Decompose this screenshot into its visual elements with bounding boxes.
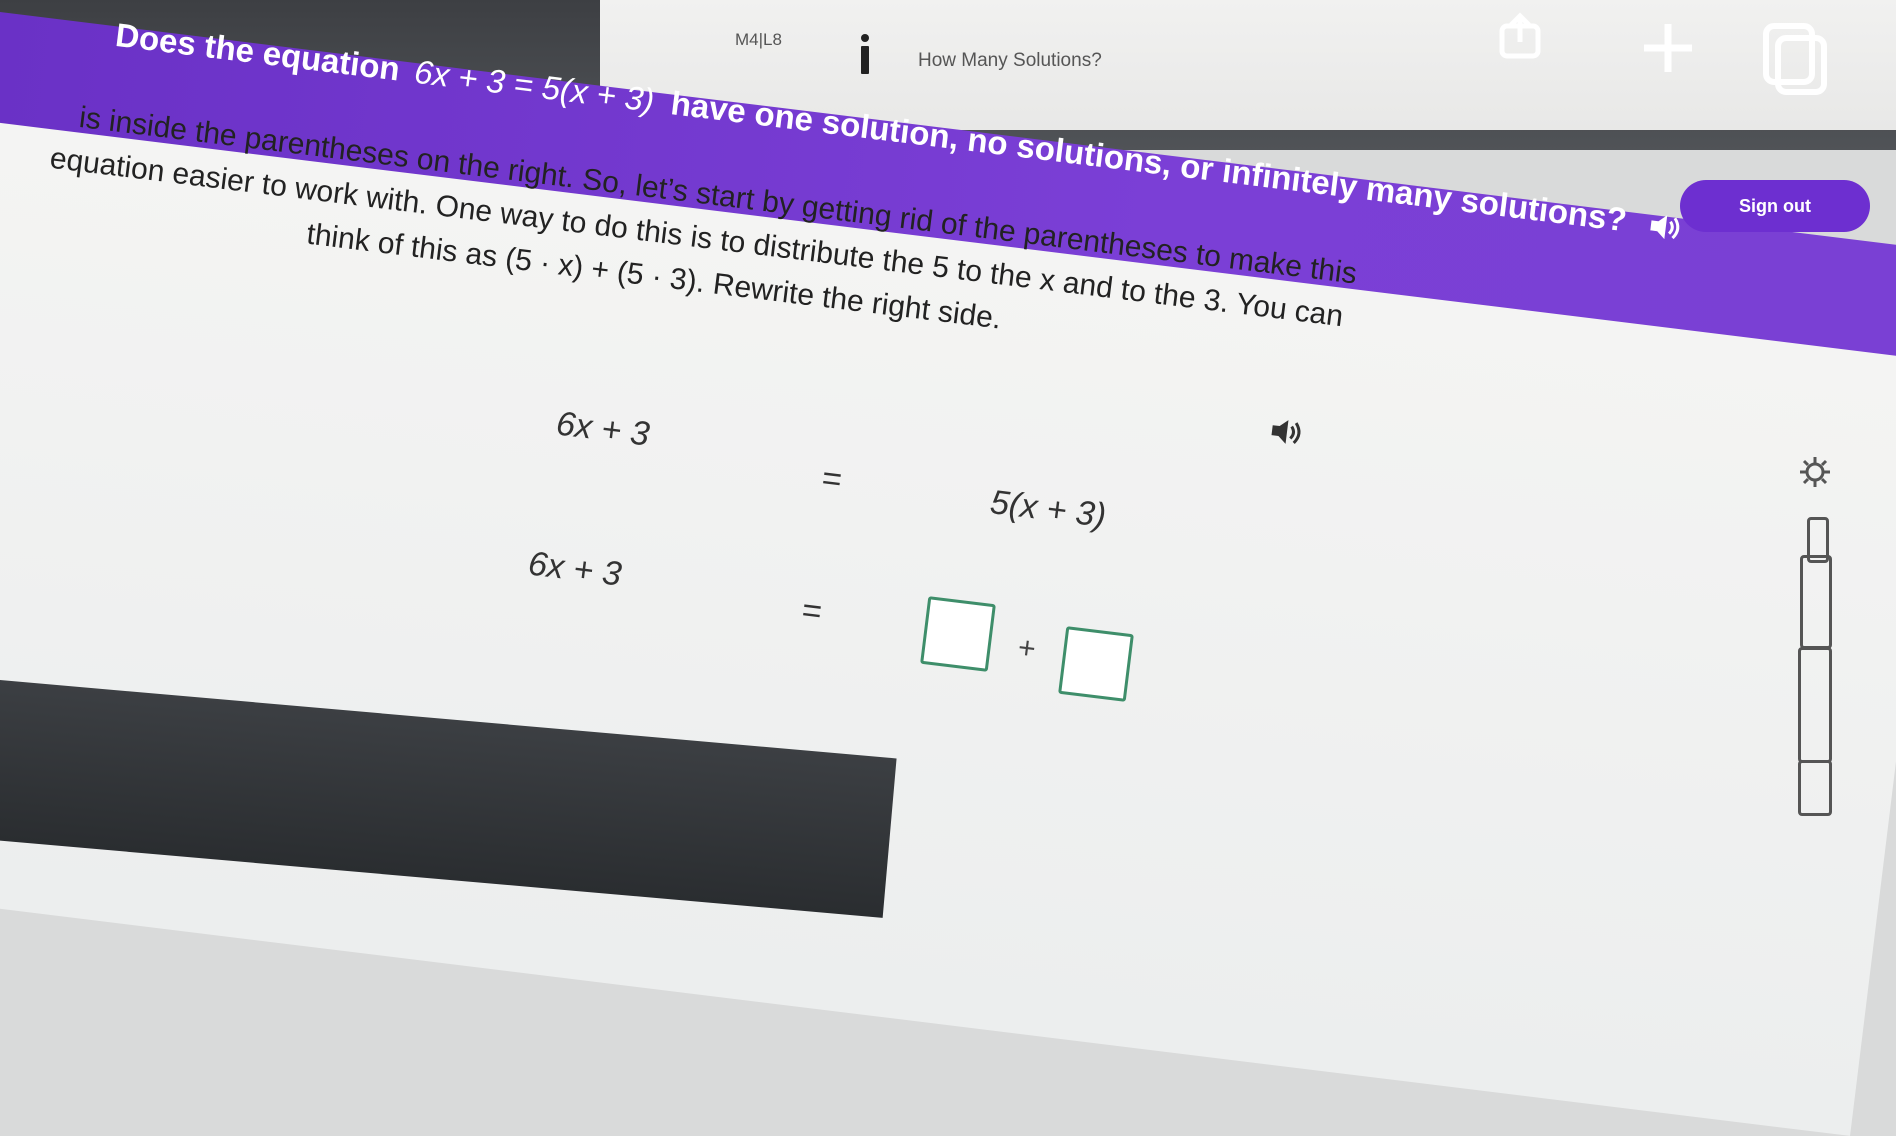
share-icon[interactable] bbox=[1496, 12, 1544, 60]
window-icon[interactable] bbox=[1762, 22, 1828, 96]
info-icon[interactable] bbox=[860, 34, 870, 74]
gear-icon[interactable] bbox=[1798, 455, 1832, 489]
tool-slot[interactable] bbox=[1798, 647, 1832, 763]
lesson-code: M4|L8 bbox=[735, 30, 782, 49]
tool-slot[interactable] bbox=[1800, 555, 1832, 649]
sign-out-button[interactable]: Sign out bbox=[1680, 180, 1870, 232]
answer-input-box[interactable] bbox=[1058, 626, 1134, 702]
speaker-icon[interactable] bbox=[1268, 416, 1305, 448]
answer-input-box[interactable] bbox=[920, 596, 996, 672]
plus-icon[interactable] bbox=[1640, 20, 1696, 76]
lesson-title: How Many Solutions? bbox=[918, 50, 1102, 71]
speaker-icon[interactable] bbox=[1648, 212, 1685, 244]
side-toolbar bbox=[1780, 415, 1850, 816]
